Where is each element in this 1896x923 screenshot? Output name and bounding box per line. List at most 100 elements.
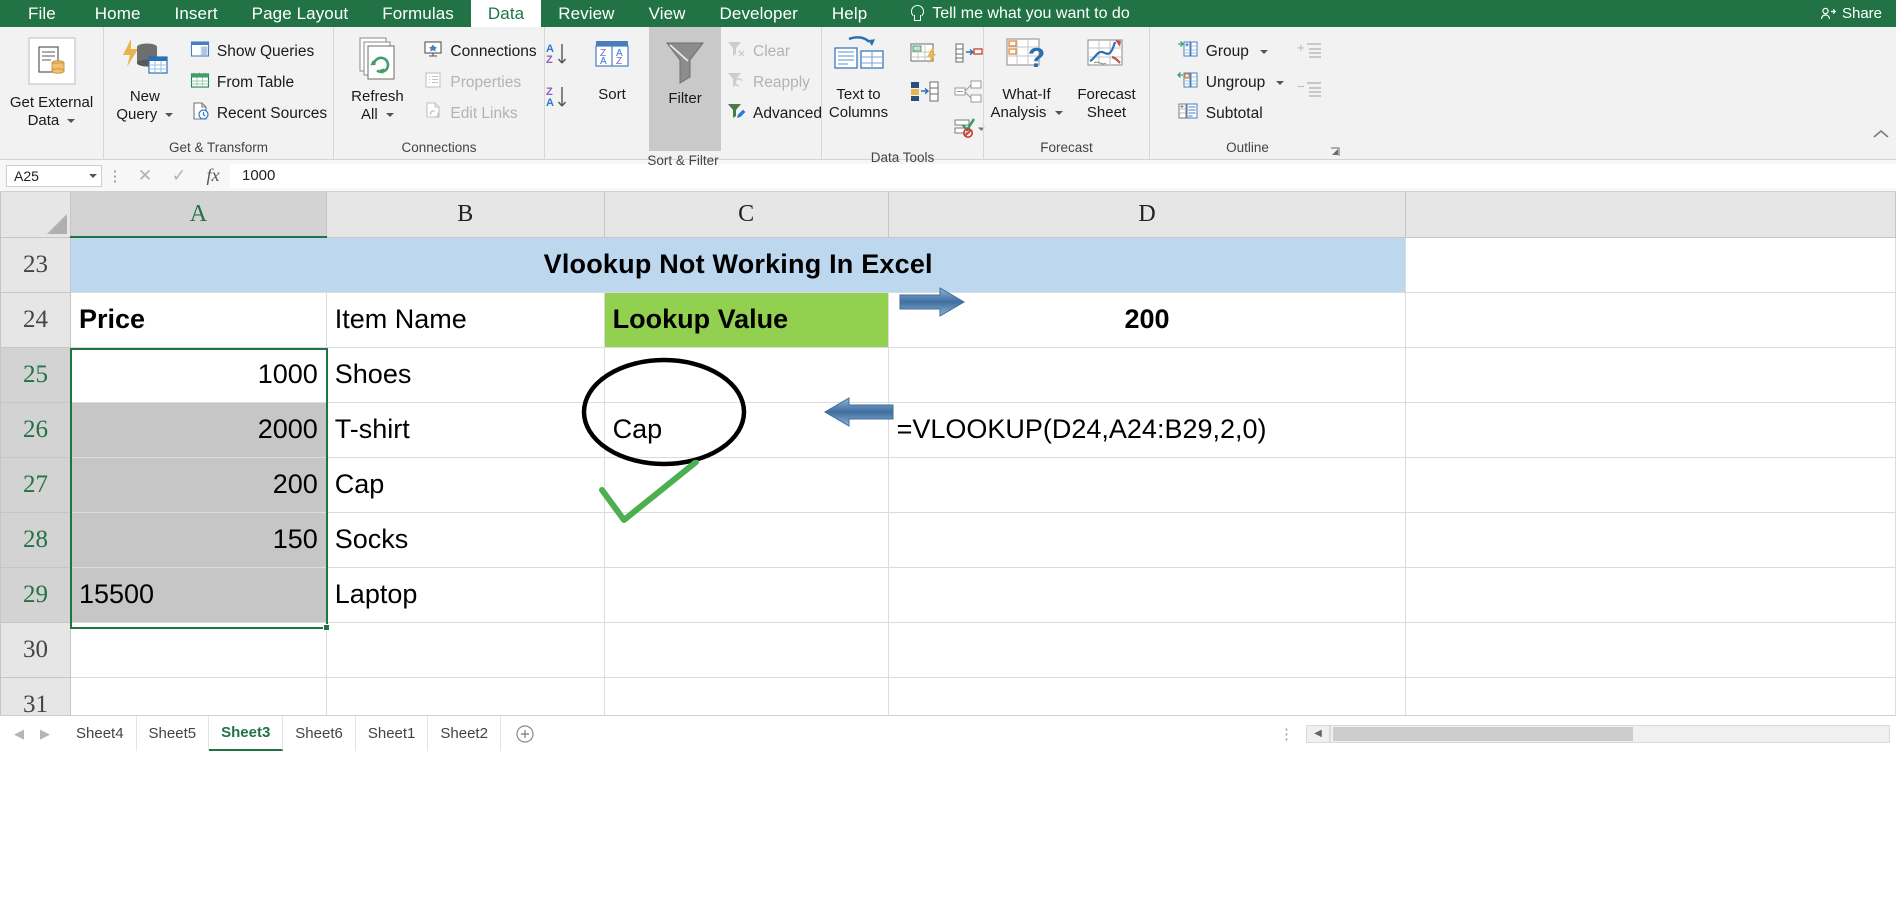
cell-e24[interactable] — [1405, 291, 1896, 348]
cell-d26-formula[interactable]: =VLOOKUP(D24,A24:B29,2,0) — [887, 401, 1407, 458]
outline-dialog-launcher-icon[interactable] — [1329, 145, 1341, 157]
consolidate-icon[interactable] — [905, 74, 949, 111]
sheet-tab-sheet5[interactable]: Sheet5 — [137, 716, 210, 751]
title-merged-cell[interactable]: Vlookup Not Working In Excel — [69, 236, 1407, 293]
share-button[interactable]: Share — [1820, 0, 1882, 27]
ribbon-tab-help[interactable]: Help — [815, 0, 884, 27]
cell-b26[interactable]: T-shirt — [325, 401, 605, 458]
cell-a29[interactable]: 15500 — [69, 566, 327, 623]
cell-e28[interactable] — [1405, 511, 1896, 568]
ribbon-tab-insert[interactable]: Insert — [158, 0, 235, 27]
cell-c24-lookup-value-header[interactable]: Lookup Value — [603, 291, 889, 348]
ribbon-tab-page-layout[interactable]: Page Layout — [235, 0, 366, 27]
connections-button[interactable]: Connections — [418, 36, 541, 67]
row-header-24[interactable]: 24 — [0, 291, 71, 348]
sheet-tab-sheet6[interactable]: Sheet6 — [283, 716, 356, 751]
add-sheet-plus-icon[interactable] — [501, 716, 549, 751]
cell-a27[interactable]: 200 — [69, 456, 327, 513]
cell-e26[interactable] — [1405, 401, 1896, 458]
recent-sources-button[interactable]: Recent Sources — [185, 98, 332, 129]
row-header-27[interactable]: 27 — [0, 456, 71, 513]
sheet-tab-sheet1[interactable]: Sheet1 — [356, 716, 429, 751]
select-all-corner[interactable] — [0, 192, 71, 238]
cell-b28[interactable]: Socks — [325, 511, 605, 568]
forecast-sheet-button[interactable]: Forecast Sheet — [1067, 32, 1147, 122]
properties-button[interactable]: Properties — [418, 67, 541, 98]
edit-links-button[interactable]: Edit Links — [418, 98, 541, 129]
cell-c28[interactable] — [603, 511, 889, 568]
row-header-23[interactable]: 23 — [0, 236, 71, 293]
column-header-e[interactable] — [1405, 192, 1896, 238]
column-header-a[interactable]: A — [69, 192, 327, 238]
horizontal-scrollbar[interactable]: ⋮ ◀ — [1267, 716, 1896, 751]
name-box[interactable]: A25 — [6, 164, 102, 187]
scroll-track[interactable] — [1330, 724, 1890, 743]
cell-d28[interactable] — [887, 511, 1407, 568]
row-header-25[interactable]: 25 — [0, 346, 71, 403]
refresh-all-button[interactable]: Refresh All — [336, 32, 418, 124]
cell-c26[interactable]: Cap — [603, 401, 889, 458]
cell-e23[interactable] — [1405, 236, 1896, 293]
ribbon-tab-review[interactable]: Review — [541, 0, 631, 27]
hide-detail-icon[interactable]: − — [1297, 79, 1323, 106]
row-header-31[interactable]: 31 — [0, 676, 71, 715]
cell-d31[interactable] — [887, 676, 1407, 715]
spreadsheet-grid[interactable]: A B C D 23 Vlookup Not Working In Excel … — [0, 192, 1896, 715]
cell-a31[interactable] — [69, 676, 327, 715]
get-external-data-button[interactable]: Get External Data — [4, 32, 99, 130]
cell-d30[interactable] — [887, 621, 1407, 678]
cell-b30[interactable] — [325, 621, 605, 678]
advanced-filter-button[interactable]: Advanced — [721, 98, 827, 129]
cell-b27[interactable]: Cap — [325, 456, 605, 513]
show-queries-button[interactable]: Show Queries — [185, 36, 332, 67]
cell-d24-lookup-value[interactable]: 200 — [887, 291, 1407, 348]
formula-input[interactable]: 1000 — [230, 163, 1896, 188]
sheet-nav-prev-icon[interactable]: ◀ — [14, 726, 24, 742]
cell-c25[interactable] — [603, 346, 889, 403]
sheet-tab-sheet3[interactable]: Sheet3 — [209, 716, 284, 751]
chevron-down-icon[interactable] — [67, 119, 76, 124]
ribbon-tab-formulas[interactable]: Formulas — [365, 0, 471, 27]
filter-button[interactable]: Filter — [649, 27, 722, 151]
sheet-tab-sheet4[interactable]: Sheet4 — [64, 716, 137, 751]
cell-c27[interactable] — [603, 456, 889, 513]
row-header-30[interactable]: 30 — [0, 621, 71, 678]
cell-b25[interactable]: Shoes — [325, 346, 605, 403]
collapse-ribbon-icon[interactable] — [1872, 127, 1890, 145]
clear-filter-button[interactable]: Clear — [721, 36, 827, 67]
cell-d27[interactable] — [887, 456, 1407, 513]
chevron-down-icon[interactable] — [89, 173, 97, 178]
scroll-thumb[interactable] — [1333, 726, 1633, 741]
show-detail-icon[interactable]: + — [1297, 40, 1323, 67]
sort-button[interactable]: Z A A Z Sort — [575, 32, 649, 104]
insert-function-icon[interactable]: fx — [196, 164, 230, 188]
cell-e31[interactable] — [1405, 676, 1896, 715]
cell-e30[interactable] — [1405, 621, 1896, 678]
cell-b29[interactable]: Laptop — [325, 566, 605, 623]
ribbon-tab-data[interactable]: Data — [470, 0, 542, 27]
from-table-button[interactable]: From Table — [185, 67, 332, 98]
cancel-x-icon[interactable]: ✕ — [128, 164, 162, 188]
row-header-28[interactable]: 28 — [0, 511, 71, 568]
selection-fill-handle[interactable] — [323, 624, 330, 631]
ribbon-tab-file[interactable]: File — [0, 0, 78, 27]
chevron-down-icon[interactable] — [385, 113, 394, 118]
sheet-tab-sheet2[interactable]: Sheet2 — [428, 716, 501, 751]
cell-e29[interactable] — [1405, 566, 1896, 623]
ribbon-tab-home[interactable]: Home — [78, 0, 158, 27]
tell-me-box[interactable]: Tell me what you want to do — [884, 0, 1130, 27]
sort-za-icon[interactable]: Z A — [545, 84, 575, 115]
row-header-29[interactable]: 29 — [0, 566, 71, 623]
ribbon-tab-view[interactable]: View — [632, 0, 703, 27]
scroll-left-arrow-icon[interactable]: ◀ — [1306, 724, 1330, 743]
sheet-nav-arrows[interactable]: ◀ ▶ — [0, 716, 64, 751]
cell-a24-price-header[interactable]: Price — [69, 291, 327, 348]
row-header-26[interactable]: 26 — [0, 401, 71, 458]
enter-check-icon[interactable]: ✓ — [162, 164, 196, 188]
sort-az-icon[interactable]: A Z — [545, 41, 575, 72]
group-button[interactable]: Group — [1172, 36, 1289, 67]
column-header-d[interactable]: D — [887, 192, 1407, 238]
chevron-down-icon[interactable] — [165, 113, 174, 118]
flash-fill-icon[interactable] — [905, 37, 949, 74]
sheet-nav-next-icon[interactable]: ▶ — [40, 726, 50, 742]
